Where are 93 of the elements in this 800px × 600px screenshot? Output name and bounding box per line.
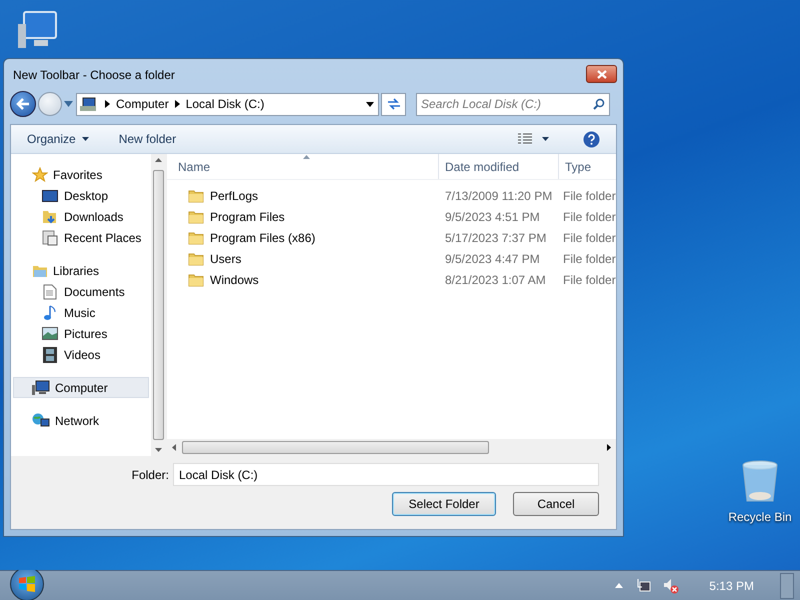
nav-item[interactable]: Favorites <box>13 164 149 185</box>
back-button[interactable] <box>10 91 36 117</box>
folder-label: Folder: <box>132 466 169 484</box>
horizontal-scrollbar[interactable] <box>167 439 616 456</box>
folder-icon <box>188 230 204 244</box>
file-type: File folder <box>562 250 616 268</box>
dialog-button[interactable]: Cancel <box>513 492 599 516</box>
search-field[interactable]: Search Local Disk (C:) <box>416 92 610 116</box>
nav-item[interactable]: Recent Places <box>13 227 149 248</box>
breadcrumb-item[interactable]: Computer <box>116 95 169 113</box>
arrow-left-icon <box>16 98 30 110</box>
network-globe-icon <box>32 412 50 428</box>
film-icon <box>43 346 57 362</box>
search-input[interactable]: Search Local Disk (C:) <box>421 95 593 113</box>
nav-item[interactable]: Music <box>13 302 149 323</box>
caret-icon <box>82 137 89 141</box>
date-modified: 7/13/2009 11:20 PM <box>444 188 554 204</box>
chevron-right-icon[interactable] <box>174 100 180 108</box>
nav-item[interactable]: Libraries <box>13 260 149 281</box>
picture-icon <box>42 327 58 340</box>
folder-icon <box>188 188 204 202</box>
file-name: Program Files <box>210 208 285 226</box>
file-name: Users <box>210 250 242 268</box>
organize-button[interactable]: Organize <box>27 130 89 148</box>
column-header[interactable]: Date modified <box>439 154 559 179</box>
windows-logo-icon <box>18 576 36 592</box>
network-icon[interactable] <box>635 578 652 594</box>
file-row[interactable]: Program Files (x86) 5/17/2023 7:37 PM File folder <box>167 227 616 248</box>
document-icon <box>43 284 57 300</box>
search-icon <box>593 98 605 110</box>
library-folder-icon <box>32 264 48 278</box>
scroll-left-icon[interactable] <box>172 444 176 451</box>
speaker-muted-icon[interactable] <box>663 578 680 594</box>
scroll-down-icon[interactable] <box>155 448 162 452</box>
nav-item[interactable]: Network <box>13 410 149 431</box>
folder-icon <box>188 210 204 224</box>
scroll-up-icon[interactable] <box>155 158 162 162</box>
file-type: File folder <box>562 272 616 288</box>
column-header[interactable]: Name <box>167 154 439 179</box>
desktop-icon <box>42 190 58 202</box>
nav-item[interactable]: Computer <box>13 377 149 398</box>
computer-icon <box>80 96 96 112</box>
date-modified: 9/5/2023 4:51 PM <box>444 208 541 226</box>
file-name: PerfLogs <box>210 188 258 204</box>
window-title: New Toolbar - Choose a folder <box>13 67 175 84</box>
nav-item[interactable]: Desktop <box>13 185 149 206</box>
refresh-button[interactable] <box>381 92 406 116</box>
file-type: File folder <box>562 208 616 226</box>
file-row[interactable]: PerfLogs 7/13/2009 11:20 PM File folder <box>167 185 616 206</box>
file-row[interactable]: Users 9/5/2023 4:47 PM File folder <box>167 248 616 269</box>
star-icon <box>32 166 48 182</box>
folder-download-icon <box>42 208 58 224</box>
file-name: Windows <box>210 272 259 288</box>
file-name: Program Files (x86) <box>210 230 316 246</box>
file-row[interactable]: Program Files 9/5/2023 4:51 PM File folder <box>167 206 616 227</box>
close-button[interactable] <box>586 65 617 83</box>
file-type: File folder <box>562 230 616 246</box>
view-details-icon[interactable] <box>518 133 532 145</box>
vertical-scrollbar[interactable] <box>151 154 166 456</box>
refresh-arrows-icon <box>386 98 400 110</box>
music-note-icon <box>43 304 57 320</box>
desktop-icon-label: Recycle Bin <box>728 509 792 526</box>
scroll-right-icon[interactable] <box>607 444 611 451</box>
sort-arrow-icon <box>303 155 310 159</box>
folder-icon <box>188 272 204 286</box>
scrollbar-thumb[interactable] <box>182 441 489 454</box>
date-modified: 9/5/2023 4:47 PM <box>444 250 541 268</box>
computer-icon <box>32 380 50 396</box>
nav-item[interactable]: Documents <box>13 281 149 302</box>
date-modified: 5/17/2023 7:37 PM <box>444 230 548 246</box>
breadcrumb-item[interactable]: Local Disk (C:) <box>186 95 264 113</box>
column-header[interactable]: Type <box>559 154 616 179</box>
close-icon <box>596 70 606 78</box>
dialog-button[interactable]: Select Folder <box>392 492 496 516</box>
address-bar[interactable]: Computer Local Disk (C:) <box>76 92 379 116</box>
scrollbar-thumb[interactable] <box>153 170 164 440</box>
caret-icon[interactable] <box>542 137 549 141</box>
file-type: File folder <box>562 188 616 204</box>
folder-icon <box>188 252 204 266</box>
recycle-bin-icon[interactable] <box>741 460 779 504</box>
date-modified: 8/21/2023 1:07 AM <box>444 272 547 288</box>
new-folder-button[interactable]: New folder <box>118 130 176 148</box>
nav-item[interactable]: Downloads <box>13 206 149 227</box>
recent-places-icon <box>42 230 58 246</box>
dropdown-caret-icon[interactable] <box>366 102 374 106</box>
help-icon[interactable] <box>583 130 600 148</box>
computer-icon[interactable] <box>18 10 60 50</box>
file-row[interactable]: Windows 8/21/2023 1:07 AM File folder <box>167 269 616 290</box>
show-hidden-icons-icon[interactable] <box>615 583 624 588</box>
chevron-right-icon[interactable] <box>105 100 110 108</box>
nav-item[interactable]: Videos <box>13 344 149 365</box>
nav-item[interactable]: Pictures <box>13 323 149 344</box>
folder-input[interactable]: Local Disk (C:) <box>173 463 599 486</box>
